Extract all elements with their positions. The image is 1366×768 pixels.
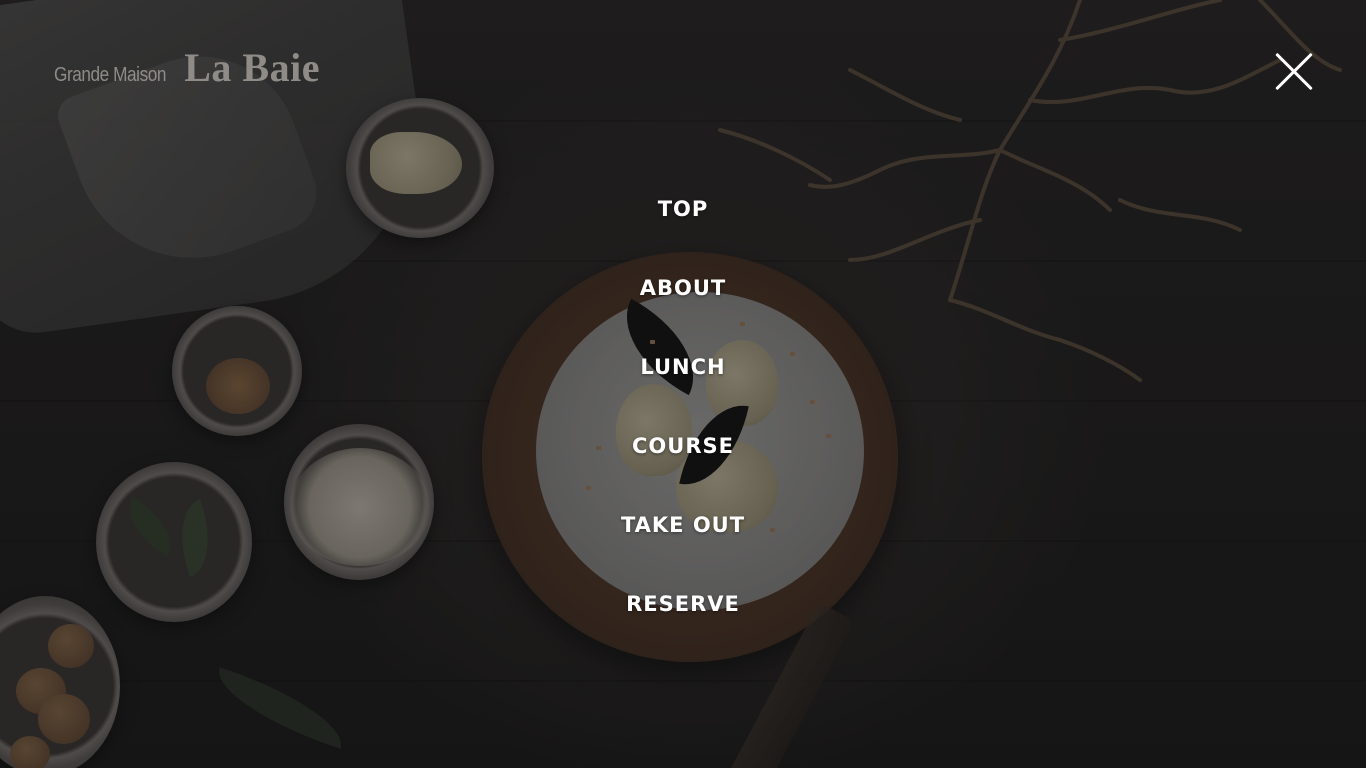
nav-item-take-out: TAKE OUT	[0, 508, 1366, 587]
menu-overlay-screen: Grande Maison La Baie TOP ABOUT LUNCH CO…	[0, 0, 1366, 768]
logo-title: La Baie	[184, 45, 320, 90]
nav-item-about: ABOUT	[0, 271, 1366, 350]
site-logo[interactable]: Grande Maison La Baie	[54, 44, 320, 91]
nav-link-reserve[interactable]: RESERVE	[626, 587, 740, 621]
close-icon[interactable]	[1272, 50, 1316, 94]
nav-link-course[interactable]: COURSE	[632, 429, 734, 463]
nav-item-course: COURSE	[0, 429, 1366, 508]
nav-link-top[interactable]: TOP	[658, 192, 709, 226]
nav-item-top: TOP	[0, 192, 1366, 271]
nav-link-lunch[interactable]: LUNCH	[640, 350, 725, 384]
nav-item-reserve: RESERVE	[0, 587, 1366, 666]
logo-subtitle: Grande Maison	[54, 64, 167, 86]
nav-link-about[interactable]: ABOUT	[640, 271, 727, 305]
main-navigation: TOP ABOUT LUNCH COURSE TAKE OUT RESERVE	[0, 192, 1366, 666]
nav-link-take-out[interactable]: TAKE OUT	[621, 508, 745, 542]
nav-item-lunch: LUNCH	[0, 350, 1366, 429]
